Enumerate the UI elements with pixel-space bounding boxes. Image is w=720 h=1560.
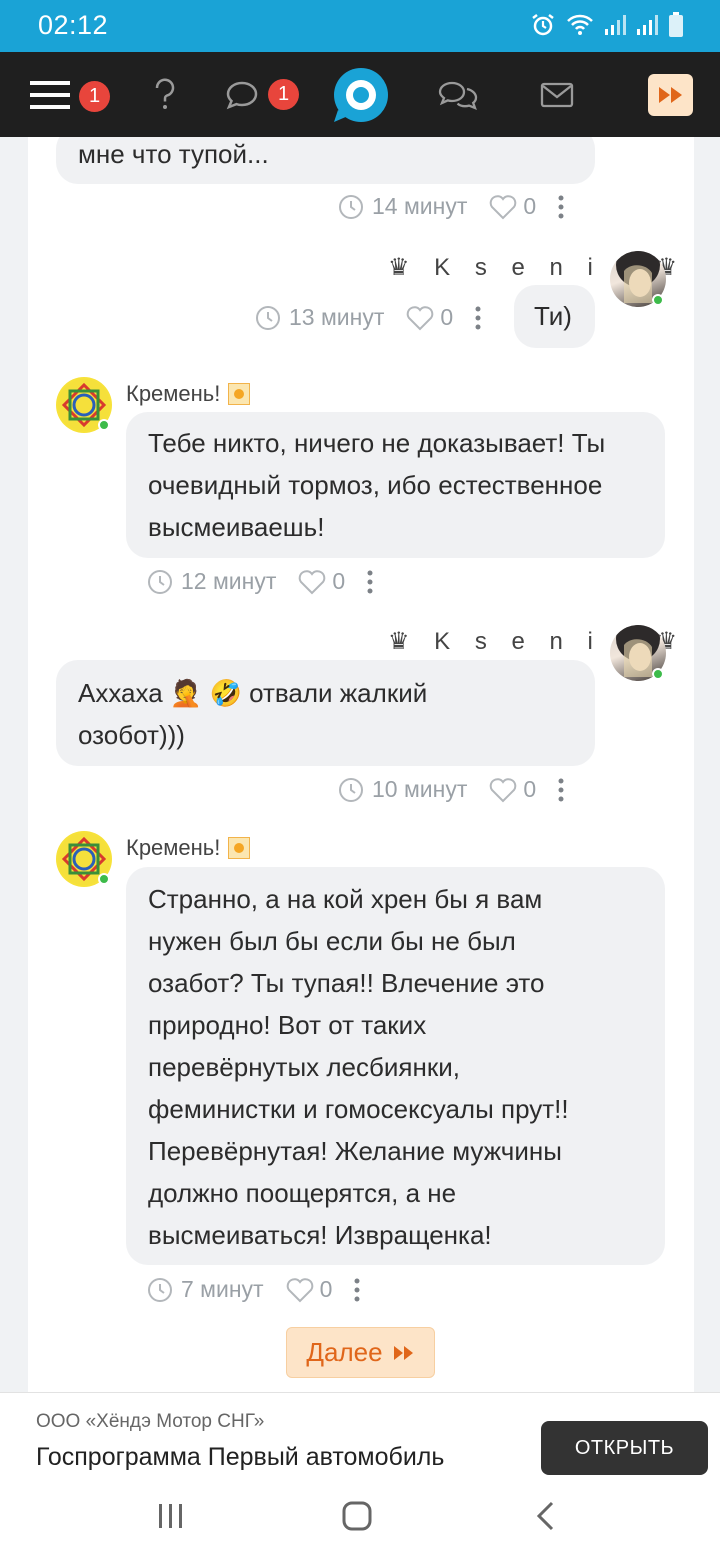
fast-forward-icon bbox=[658, 87, 682, 103]
message-time: 12 минут bbox=[181, 568, 277, 594]
ad-headline: Госпрограмма Первый автомобиль bbox=[36, 1443, 445, 1471]
message-line: очевидный тормоз, ибо естественное bbox=[148, 470, 603, 500]
signal-icon-2 bbox=[637, 15, 658, 35]
status-bar: 02:12 bbox=[0, 0, 720, 52]
message-line: озобот))) bbox=[78, 720, 185, 750]
like-count: 0 bbox=[319, 1276, 333, 1302]
sun-badge-icon bbox=[228, 837, 251, 859]
recent-apps-icon[interactable] bbox=[156, 1501, 186, 1531]
message-text: мне что тупой... bbox=[78, 139, 269, 169]
menu-button[interactable] bbox=[30, 52, 70, 137]
status-icons bbox=[530, 12, 684, 38]
message-line: Тебе никто, ничего не доказывает! Ты bbox=[148, 428, 606, 458]
message-meta: 14 минут 0 bbox=[338, 193, 564, 220]
more-options-icon[interactable] bbox=[558, 778, 564, 802]
like-count: 0 bbox=[332, 568, 346, 594]
message-bubble: Ти) bbox=[514, 285, 595, 348]
message-line: перевёрнутых лесбиянки, bbox=[148, 1052, 460, 1082]
message-meta: 10 минут 0 bbox=[338, 776, 564, 803]
more-options-icon[interactable] bbox=[558, 195, 564, 219]
message-text: Ти) bbox=[534, 301, 572, 331]
system-navigation-bar bbox=[0, 1476, 720, 1560]
home-icon[interactable] bbox=[341, 1500, 373, 1532]
more-options-icon[interactable] bbox=[475, 306, 481, 330]
back-icon[interactable] bbox=[535, 1500, 557, 1532]
message-meta: 7 минут 0 bbox=[147, 1276, 360, 1303]
message-bubble: Тебе никто, ничего не доказывает! Ты оче… bbox=[126, 412, 665, 558]
clock-icon bbox=[339, 777, 363, 802]
discussions-icon bbox=[438, 81, 478, 110]
online-indicator bbox=[98, 873, 110, 885]
message-line: Перевёрнутая! Желание мужчины bbox=[148, 1136, 562, 1166]
author-name[interactable]: Кремень! bbox=[126, 835, 251, 861]
online-indicator bbox=[652, 294, 664, 306]
message-meta: 12 минут 0 bbox=[147, 568, 373, 595]
message-time: 7 минут bbox=[181, 1276, 264, 1302]
mail-button[interactable] bbox=[540, 52, 574, 137]
online-indicator bbox=[98, 419, 110, 431]
like-count: 0 bbox=[523, 776, 537, 802]
envelope-icon bbox=[540, 82, 574, 107]
message-line: озабот? Ты тупая!! Влечение это bbox=[148, 968, 545, 998]
heart-icon[interactable] bbox=[298, 569, 326, 595]
message-line: нужен был бы если бы не был bbox=[148, 926, 516, 956]
message-line: высмеиваешь! bbox=[148, 512, 325, 542]
ad-open-button[interactable]: ОТКРЫТЬ bbox=[541, 1421, 708, 1475]
message-line: Странно, а на кой хрен бы я вам bbox=[148, 884, 543, 914]
heart-icon[interactable] bbox=[489, 194, 517, 220]
wifi-icon bbox=[567, 14, 593, 35]
heart-icon[interactable] bbox=[406, 305, 434, 331]
message-line: феминистки и гомосексуалы прут!! bbox=[148, 1094, 569, 1124]
next-page-label: Далее bbox=[306, 1337, 383, 1367]
clock-icon bbox=[256, 305, 280, 330]
ad-company: ООО «Хёндэ Мотор СНГ» bbox=[36, 1411, 265, 1432]
fast-forward-icon bbox=[393, 1345, 413, 1360]
menu-badge: 1 bbox=[79, 81, 110, 112]
hamburger-icon bbox=[30, 80, 70, 109]
message-meta: 13 минут 0 bbox=[255, 304, 481, 331]
message-line: природно! Вот от таких bbox=[148, 1010, 427, 1040]
like-count: 0 bbox=[440, 304, 454, 330]
heart-icon[interactable] bbox=[286, 1277, 314, 1303]
message-line: Аххаха 🤦 🤣 отвали жалкий bbox=[78, 678, 428, 708]
message-bubble: мне что тупой... bbox=[56, 137, 595, 184]
message-line: высмеиваться! Извращенка! bbox=[148, 1220, 492, 1250]
ad-banner[interactable]: ООО «Хёндэ Мотор СНГ» Госпрограмма Первы… bbox=[0, 1392, 720, 1476]
clock-icon bbox=[339, 194, 363, 219]
message-time: 10 минут bbox=[372, 776, 468, 802]
chat-badge: 1 bbox=[268, 79, 299, 110]
more-options-icon[interactable] bbox=[354, 1278, 360, 1302]
message-time: 14 минут bbox=[372, 193, 468, 219]
alarm-icon bbox=[532, 14, 554, 36]
like-count: 0 bbox=[523, 193, 537, 219]
questions-button[interactable] bbox=[152, 52, 178, 137]
sun-badge-icon bbox=[228, 383, 251, 405]
clock-icon bbox=[148, 569, 172, 594]
online-indicator bbox=[652, 668, 664, 680]
author-name[interactable]: Кремень! bbox=[126, 381, 251, 407]
signal-icon bbox=[605, 15, 626, 35]
chat-bubble-icon bbox=[226, 81, 258, 109]
message-line: должно поощерятся, а не bbox=[148, 1178, 457, 1208]
message-bubble: Странно, а на кой хрен бы я вам нужен бы… bbox=[126, 867, 665, 1265]
message-time: 13 минут bbox=[289, 304, 385, 330]
question-icon bbox=[155, 78, 175, 109]
chat-button[interactable] bbox=[225, 52, 259, 137]
heart-icon[interactable] bbox=[489, 777, 517, 803]
next-page-button[interactable]: Далее bbox=[286, 1327, 435, 1378]
discussions-button[interactable] bbox=[438, 52, 478, 137]
clock-icon bbox=[148, 1277, 172, 1302]
chat-feed[interactable]: мне что тупой... 14 минут 0 ♛ K s e n i … bbox=[28, 137, 694, 1392]
more-options-icon[interactable] bbox=[367, 570, 373, 594]
status-time: 02:12 bbox=[38, 10, 109, 40]
fast-forward-button[interactable] bbox=[648, 74, 693, 116]
site-logo[interactable] bbox=[332, 66, 390, 124]
battery-icon bbox=[669, 12, 683, 37]
message-bubble: Аххаха 🤦 🤣 отвали жалкий озобот))) bbox=[56, 660, 595, 766]
